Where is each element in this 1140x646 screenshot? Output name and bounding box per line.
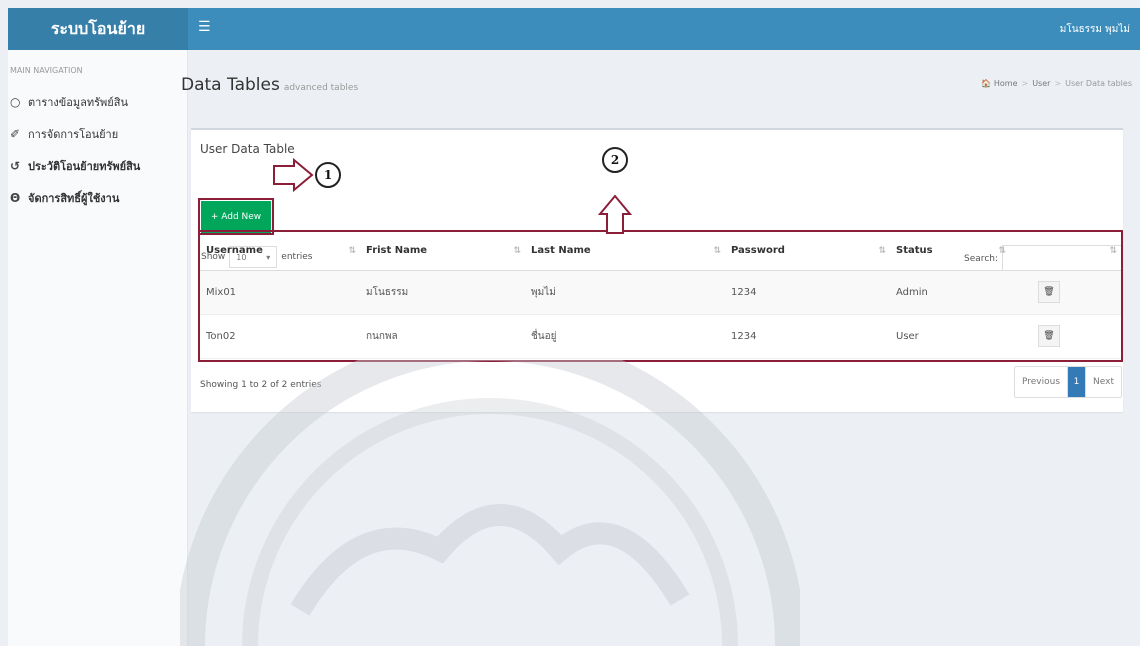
sort-icon: ⇅ (513, 246, 520, 256)
sidebar-item-label: ประวัติโอนย้ายทรัพย์สิน (28, 160, 141, 173)
breadcrumb-separator: > (1054, 79, 1062, 88)
cell-last-name: พุมไม่ (525, 270, 725, 315)
cell-username: Ton02 (200, 314, 360, 359)
user-menu[interactable]: มโนธรรม พุมไม่ (1060, 22, 1130, 37)
cell-actions: 🗑 (1010, 270, 1121, 315)
column-label: Password (731, 245, 785, 257)
annotation-marker-2: 2 (602, 147, 628, 173)
sidebar-item-label: ตารางข้อมูลทรัพย์สิน (28, 96, 128, 109)
content-area: Data Tables advanced tables 🏠 Home > User > U… (180, 50, 1140, 646)
table-row: Mix01 มโนธรรม พุมไม่ 1234 Admin 🗑 (200, 270, 1121, 315)
trash-icon: 🗑 (1043, 287, 1055, 297)
cell-first-name: มโนธรรม (360, 270, 525, 315)
table-row: Ton02 กนกพล ชื่นอยู่ 1234 User 🗑 (200, 314, 1121, 359)
trash-icon: 🗑 (1043, 331, 1055, 341)
sort-icon: ⇅ (713, 246, 720, 256)
page-subtitle: advanced tables (283, 83, 359, 93)
sidebar-item-history[interactable]: ↺ ประวัติโอนย้ายทรัพย์สิน (8, 150, 187, 182)
app-logo[interactable]: ระบบโอนย้าย (8, 8, 188, 50)
cell-status: User (890, 314, 1010, 359)
cell-first-name: กนกพล (360, 314, 525, 359)
cell-password: 1234 (725, 270, 890, 315)
add-new-button[interactable]: + Add New (201, 201, 271, 233)
page-title-text: Data Tables (181, 75, 280, 95)
circle-icon: ○ (10, 95, 21, 109)
hamburger-icon[interactable]: ☰ (198, 19, 211, 35)
sort-icon: ⇅ (1109, 246, 1116, 256)
home-icon: 🏠 (981, 79, 992, 88)
breadcrumb-separator: > (1021, 79, 1029, 88)
column-label: Last Name (531, 245, 591, 257)
annotation-label: 2 (610, 153, 620, 167)
top-navbar: ☰ มโนธรรม พุมไม่ (188, 8, 1140, 50)
sidebar-header: MAIN NAVIGATION (10, 66, 83, 75)
cell-actions: 🗑 (1010, 314, 1121, 359)
page-1-button[interactable]: 1 (1068, 367, 1087, 397)
sidebar: MAIN NAVIGATION ○ ตารางข้อมูลทรัพย์สิน ✐… (8, 50, 188, 646)
previous-button[interactable]: Previous (1015, 367, 1069, 397)
pagination: Previous 1 Next (1013, 366, 1122, 398)
column-status[interactable]: Status ⇅ (890, 232, 1010, 271)
cell-status: Admin (890, 270, 1010, 315)
column-first-name[interactable]: Frist Name ⇅ (360, 232, 525, 271)
edit-icon: ✐ (10, 127, 21, 141)
table-header-row: Username ⇅ Frist Name ⇅ Last Name ⇅ Passwor… (200, 232, 1121, 271)
sidebar-item-user-rights[interactable]: Θ จัดการสิทธิ์ผู้ใช้งาน (8, 182, 187, 214)
breadcrumb-current: User Data tables (1065, 79, 1132, 88)
sort-icon: ⇅ (878, 246, 885, 256)
sort-icon: ⇅ (998, 246, 1005, 256)
user-icon: Θ (10, 191, 21, 205)
app-logo-text: ระบบโอนย้าย (50, 18, 146, 38)
column-password[interactable]: Password ⇅ (725, 232, 890, 271)
cell-username: Mix01 (200, 270, 360, 315)
column-label: Frist Name (366, 245, 428, 257)
delete-button[interactable]: 🗑 (1038, 325, 1060, 347)
breadcrumb-home[interactable]: Home (994, 79, 1018, 88)
sidebar-item-transfer[interactable]: ✐ การจัดการโอนย้าย (8, 118, 187, 150)
sort-icon: ⇅ (348, 246, 355, 256)
user-table: Username ⇅ Frist Name ⇅ Last Name ⇅ Passwor… (200, 232, 1121, 359)
breadcrumb-user[interactable]: User (1032, 79, 1050, 88)
annotation-label: 1 (323, 168, 333, 182)
column-label: Status (896, 245, 933, 257)
table-info: Showing 1 to 2 of 2 entries (200, 380, 322, 390)
column-last-name[interactable]: Last Name ⇅ (525, 232, 725, 271)
sidebar-item-label: การจัดการโอนย้าย (28, 128, 119, 141)
next-button[interactable]: Next (1086, 367, 1121, 397)
column-actions[interactable]: ⇅ (1010, 232, 1121, 271)
page-title: Data Tables advanced tables (181, 75, 358, 95)
sidebar-item-assets[interactable]: ○ ตารางข้อมูลทรัพย์สิน (8, 86, 187, 118)
box-title: User Data Table (200, 142, 295, 156)
column-username[interactable]: Username ⇅ (200, 232, 360, 271)
column-label: Username (206, 245, 263, 257)
history-icon: ↺ (10, 159, 21, 173)
cell-last-name: ชื่นอยู่ (525, 314, 725, 359)
cell-password: 1234 (725, 314, 890, 359)
annotation-marker-1: 1 (315, 162, 341, 188)
sidebar-item-label: จัดการสิทธิ์ผู้ใช้งาน (28, 192, 120, 205)
breadcrumb: 🏠 Home > User > User Data tables (981, 79, 1132, 88)
delete-button[interactable]: 🗑 (1038, 281, 1060, 303)
